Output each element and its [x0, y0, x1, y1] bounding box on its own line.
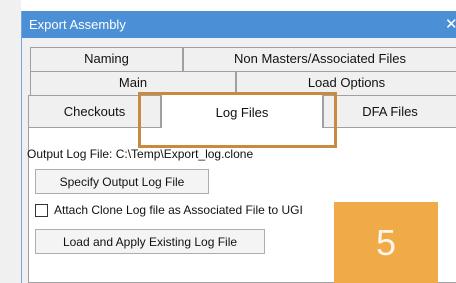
attach-clone-log-label: Attach Clone Log file as Associated File…	[54, 203, 303, 217]
dialog-titlebar[interactable]: Export Assembly ✕	[22, 11, 456, 38]
highlight-box	[138, 92, 337, 148]
tab-main-label: Main	[118, 75, 148, 90]
output-log-file-label: Output Log File: C:\Temp\Export_log.clon…	[27, 147, 254, 161]
load-apply-log-file-button[interactable]: Load and Apply Existing Log File	[35, 229, 265, 254]
tab-naming-label: Naming	[84, 51, 129, 66]
background-area	[0, 0, 21, 283]
tab-naming[interactable]: Naming	[30, 47, 183, 71]
tab-dfa-files-label: DFA Files	[362, 104, 418, 119]
tab-dfa-files[interactable]: DFA Files	[323, 95, 456, 128]
step-number-badge: 5	[334, 202, 438, 283]
attach-clone-log-checkbox[interactable]	[35, 204, 48, 217]
tab-checkouts-label: Checkouts	[63, 104, 126, 119]
screen: Export Assembly ✕ Naming Non Masters/Ass…	[0, 0, 456, 283]
specify-output-log-file-button[interactable]: Specify Output Log File	[35, 169, 209, 194]
close-icon[interactable]: ✕	[445, 15, 456, 33]
tab-non-masters-label: Non Masters/Associated Files	[234, 51, 406, 66]
tab-load-options-label: Load Options	[307, 75, 386, 90]
dialog-title: Export Assembly	[29, 17, 126, 32]
tab-non-masters-associated-files[interactable]: Non Masters/Associated Files	[183, 47, 456, 71]
